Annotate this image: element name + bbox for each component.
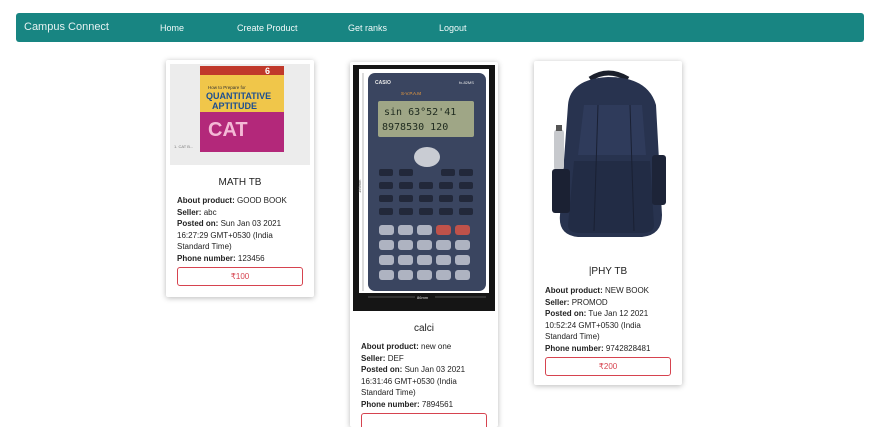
nav-logout-link[interactable]: Logout [439, 23, 467, 33]
product-details: About product: NEW BOOK Seller: PROMOD P… [545, 285, 674, 354]
product-title: |PHY TB [588, 266, 628, 277]
svg-text:APTITUDE: APTITUDE [212, 101, 257, 111]
about-row: About product: new one [361, 342, 452, 351]
product-card: 6 How to Prepare for QUANTITATIVE APTITU… [166, 60, 314, 297]
svg-text:86mm: 86mm [417, 295, 429, 300]
seller-row: Seller: abc [177, 207, 217, 217]
price-button[interactable] [361, 413, 487, 427]
svg-text:1. CAT B...: 1. CAT B... [174, 144, 193, 149]
calculator-image: CASIO fx-82MS S-V.P.A.M sin 63°52'41 897… [353, 65, 495, 311]
svg-text:6: 6 [265, 66, 270, 76]
svg-text:S-V.P.A.M: S-V.P.A.M [401, 91, 421, 96]
phone-row: Phone number: 9742828481 [545, 343, 651, 353]
posted-row: Posted on: Tue Jan 12 2021 10:52:24 GMT+… [545, 309, 649, 341]
seller-row: Seller: PROMOD [545, 297, 608, 307]
product-image: CASIO fx-82MS S-V.P.A.M sin 63°52'41 897… [353, 65, 495, 311]
price-button[interactable]: ₹200 [545, 357, 671, 376]
product-image: 6 How to Prepare for QUANTITATIVE APTITU… [170, 64, 310, 165]
phone-row: Phone number: 7894561 [361, 399, 454, 409]
about-row: About product: NEW BOOK [545, 286, 650, 295]
svg-text:sin 63°52'41: sin 63°52'41 [384, 107, 456, 118]
backpack-image [538, 65, 678, 245]
svg-text:QUANTITATIVE: QUANTITATIVE [206, 91, 271, 101]
product-card: CASIO fx-82MS S-V.P.A.M sin 63°52'41 897… [350, 62, 498, 427]
nav-create-product-link[interactable]: Create Product [237, 23, 298, 33]
product-image [538, 65, 678, 245]
svg-text:How to Prepare for: How to Prepare for [208, 85, 246, 90]
product-title: calci [413, 323, 434, 334]
svg-text:fx-82MS: fx-82MS [459, 80, 474, 85]
book-cover-image: 6 How to Prepare for QUANTITATIVE APTITU… [170, 64, 310, 165]
price-button[interactable]: ₹100 [177, 267, 303, 286]
product-card: |PHY TB About product: NEW BOOK Seller: … [534, 61, 682, 385]
product-title: MATH TB [218, 177, 262, 188]
nav-home-link[interactable]: Home [160, 23, 184, 33]
phone-row: Phone number: 123456 [177, 253, 265, 263]
posted-row: Posted on: Sun Jan 03 2021 16:31:46 GMT+… [361, 365, 466, 397]
top-navbar: Campus Connect Home Create Product Get r… [16, 13, 864, 42]
svg-text:8978530 120: 8978530 120 [382, 122, 448, 133]
svg-text:CAT: CAT [208, 119, 248, 141]
seller-row: Seller: DEF [361, 353, 404, 363]
product-details: About product: GOOD BOOK Seller: abc Pos… [177, 195, 306, 264]
about-row: About product: GOOD BOOK [177, 196, 287, 205]
svg-text:156mm: 156mm [357, 179, 362, 193]
nav-get-ranks-link[interactable]: Get ranks [348, 23, 387, 33]
svg-text:CASIO: CASIO [375, 80, 391, 86]
posted-row: Posted on: Sun Jan 03 2021 16:27:29 GMT+… [177, 219, 282, 251]
product-details: About product: new one Seller: DEF Poste… [361, 341, 490, 410]
brand-logo[interactable]: Campus Connect [24, 21, 109, 33]
